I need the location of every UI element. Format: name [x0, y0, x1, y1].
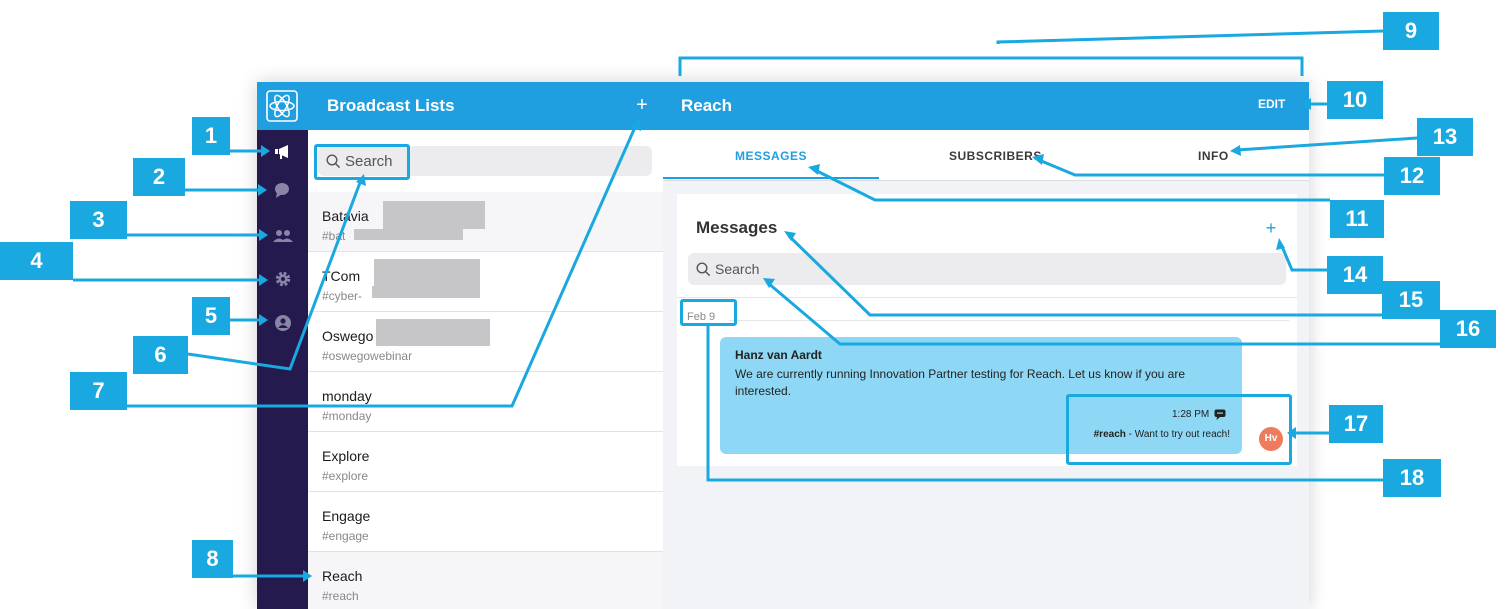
- callout-7: 7: [70, 372, 127, 410]
- search-highlight-box: [314, 144, 410, 180]
- callout-4: 4: [0, 242, 73, 280]
- callout-14: 14: [1327, 256, 1383, 294]
- date-highlight-box: [680, 299, 737, 326]
- callout-9: 9: [1383, 12, 1439, 50]
- callout-13: 13: [1417, 118, 1473, 156]
- callout-10: 10: [1327, 81, 1383, 119]
- callout-1: 1: [192, 117, 230, 155]
- callout-11: 11: [1330, 200, 1384, 238]
- callout-6: 6: [133, 336, 188, 374]
- callout-15: 15: [1382, 281, 1440, 319]
- callout-5: 5: [192, 297, 230, 335]
- callout-12: 12: [1384, 157, 1440, 195]
- callout-17: 17: [1329, 405, 1383, 443]
- callout-2: 2: [133, 158, 185, 196]
- callout-16: 16: [1440, 310, 1496, 348]
- callout-3: 3: [70, 201, 127, 239]
- callout-8: 8: [192, 540, 233, 578]
- footer-highlight-box: [1066, 394, 1292, 465]
- callout-18: 18: [1383, 459, 1441, 497]
